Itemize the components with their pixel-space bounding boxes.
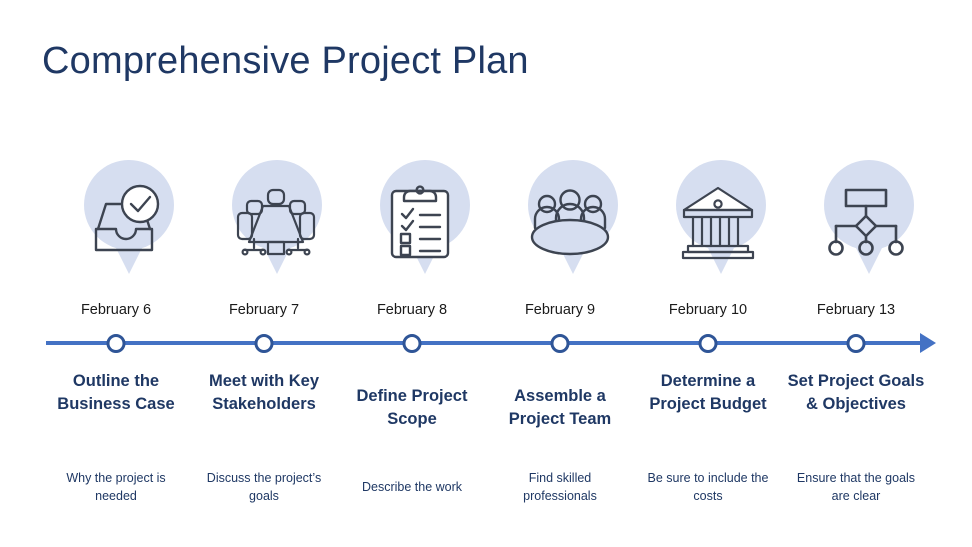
timeline-marker-dot[interactable] (846, 334, 866, 353)
milestone-4[interactable]: February 9 Assemble a Project Team Find … (486, 0, 634, 547)
clipboard-checklist-icon (390, 185, 450, 259)
milestone-description: Why the project is needed (66, 471, 166, 503)
milestone-heading: Meet with Key Stakeholders (208, 372, 320, 413)
milestone-heading: Set Project Goals & Objectives (787, 372, 925, 413)
milestone-description: Describe the work (361, 480, 463, 494)
milestone-5[interactable]: February 10 Determine a Project Budget B… (634, 0, 782, 547)
pin-marker-2 (206, 160, 322, 290)
milestone-heading: Determine a Project Budget (649, 372, 767, 413)
pin-marker-4 (502, 160, 618, 290)
pin-marker-3 (354, 160, 470, 290)
inbox-check-icon (94, 184, 160, 252)
milestone-date: February 13 (816, 302, 896, 318)
milestone-date: February 6 (80, 302, 152, 318)
milestone-description: Be sure to include the costs (647, 471, 769, 503)
milestone-date: February 9 (524, 302, 596, 318)
milestone-6[interactable]: February 13 Set Project Goals & Objectiv… (782, 0, 930, 547)
milestone-date: February 7 (228, 302, 300, 318)
timeline-marker-dot[interactable] (254, 334, 274, 353)
team-table-icon (530, 189, 610, 256)
pin-marker-5 (650, 160, 766, 290)
timeline-marker-dot[interactable] (106, 334, 126, 353)
org-chart-icon (828, 188, 904, 256)
milestone-date: February 10 (668, 302, 748, 318)
conference-table-icon (236, 188, 316, 256)
milestone-date: February 8 (376, 302, 448, 318)
timeline-marker-dot[interactable] (698, 334, 718, 353)
milestone-heading: Outline the Business Case (57, 372, 175, 413)
milestone-heading: Assemble a Project Team (508, 387, 612, 428)
bank-building-icon (681, 186, 755, 260)
pin-marker-6 (798, 160, 914, 290)
milestone-heading: Define Project Scope (356, 387, 468, 428)
milestone-description: Ensure that the goals are clear (796, 471, 916, 503)
milestone-1[interactable]: February 6 Outline the Business Case Why… (42, 0, 190, 547)
slide-canvas: Comprehensive Project Plan February 6 Ou… (0, 0, 972, 547)
timeline-marker-dot[interactable] (550, 334, 570, 353)
milestone-2[interactable]: February 7 Meet with Key Stakeholders Di… (190, 0, 338, 547)
milestone-description: Discuss the project’s goals (206, 471, 322, 503)
milestone-columns: February 6 Outline the Business Case Why… (0, 0, 972, 547)
milestone-3[interactable]: February 8 Define Project Scope Describe… (338, 0, 486, 547)
timeline-marker-dot[interactable] (402, 334, 422, 353)
pin-marker-1 (58, 160, 174, 290)
milestone-description: Find skilled professionals (523, 471, 597, 503)
